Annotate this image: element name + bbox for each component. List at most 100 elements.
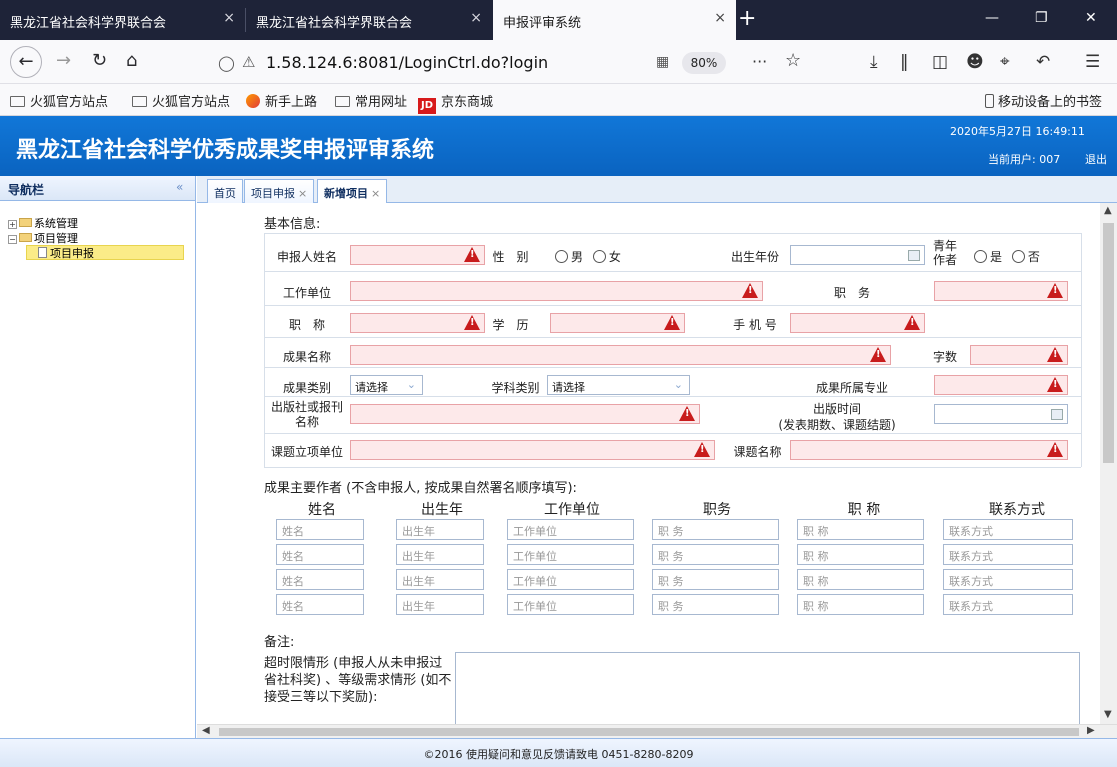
bookmark-item[interactable]: 火狐官方站点 — [132, 91, 230, 110]
author-input[interactable]: 职 务 — [652, 594, 779, 615]
author-input[interactable]: 出生年 — [396, 569, 484, 590]
radio-male[interactable] — [555, 250, 568, 263]
author-input[interactable]: 姓名 — [276, 569, 364, 590]
author-input[interactable]: 联系方式 — [943, 594, 1073, 615]
shield-icon[interactable]: ◯ — [218, 54, 235, 72]
project-name-input[interactable] — [790, 440, 1068, 460]
scroll-down-icon[interactable]: ▼ — [1104, 709, 1112, 720]
author-input[interactable]: 职 务 — [652, 569, 779, 590]
tree-item-declare[interactable]: 项目申报 — [38, 245, 94, 261]
author-input[interactable]: 工作单位 — [507, 544, 634, 565]
forward-icon[interactable]: → — [56, 50, 71, 71]
sidebar-icon[interactable]: ◫ — [932, 52, 948, 72]
author-input[interactable]: 职 称 — [797, 569, 924, 590]
word-count-input[interactable] — [970, 345, 1068, 365]
browser-tab-3-active[interactable]: 申报评审系统 × — [493, 0, 736, 40]
restore-icon[interactable]: ❐ — [1035, 10, 1048, 26]
title-input[interactable] — [350, 313, 485, 333]
calendar-icon[interactable] — [908, 250, 920, 261]
logout-link[interactable]: 退出 — [1085, 151, 1107, 167]
author-input[interactable]: 工作单位 — [507, 594, 634, 615]
bookmark-star-icon[interactable]: ☆ — [785, 50, 801, 71]
tree-item-system[interactable]: + 系统管理 — [8, 215, 78, 231]
collapse-tree-icon[interactable]: − — [8, 235, 17, 244]
calendar-icon[interactable] — [1051, 409, 1063, 420]
work-unit-input[interactable] — [350, 281, 763, 301]
reload-icon[interactable]: ↻ — [92, 50, 107, 71]
author-input[interactable]: 联系方式 — [943, 519, 1073, 540]
account-icon[interactable]: ☻ — [966, 52, 984, 72]
close-icon[interactable]: × — [371, 187, 380, 200]
author-input[interactable]: 姓名 — [276, 519, 364, 540]
menu-icon[interactable]: ☰ — [1085, 52, 1100, 72]
tab-home[interactable]: 首页 — [207, 179, 243, 203]
zoom-level[interactable]: 80% — [682, 52, 726, 74]
radio-no[interactable] — [1011, 250, 1025, 263]
undo-icon[interactable]: ↶ — [1036, 52, 1050, 72]
achievement-category-select[interactable]: 请选择 ⌄ — [350, 375, 423, 395]
bookmark-item[interactable]: 新手上路 — [246, 91, 317, 110]
scroll-thumb[interactable] — [219, 728, 1079, 736]
author-input[interactable]: 姓名 — [276, 544, 364, 565]
education-input[interactable] — [550, 313, 685, 333]
back-icon[interactable]: ← — [10, 46, 42, 78]
tab-new-project[interactable]: 新增项目 × — [317, 179, 388, 204]
scroll-right-icon[interactable]: ▶ — [1087, 725, 1095, 736]
close-icon[interactable]: × — [223, 10, 235, 26]
close-icon[interactable]: × — [470, 10, 482, 26]
mobile-bookmarks[interactable]: 移动设备上的书签 — [985, 91, 1102, 110]
author-input[interactable]: 出生年 — [396, 519, 484, 540]
subject-category-select[interactable]: 请选择 ⌄ — [547, 375, 690, 395]
close-icon[interactable]: × — [714, 10, 726, 26]
minimize-icon[interactable]: — — [985, 10, 999, 26]
author-input[interactable]: 联系方式 — [943, 544, 1073, 565]
close-window-icon[interactable]: ✕ — [1085, 10, 1097, 26]
author-input[interactable]: 联系方式 — [943, 569, 1073, 590]
applicant-name-input[interactable] — [350, 245, 485, 265]
browser-tab-2[interactable]: 黑龙江省社会科学界联合会 × — [246, 0, 492, 40]
radio-yes[interactable] — [974, 250, 987, 263]
close-icon[interactable]: × — [298, 187, 307, 200]
vertical-scrollbar[interactable]: ▲ ▼ — [1100, 203, 1117, 724]
major-input[interactable] — [934, 375, 1068, 395]
home-icon[interactable]: ⌂ — [126, 50, 137, 71]
achievement-name-input[interactable] — [350, 345, 891, 365]
author-input[interactable]: 职 务 — [652, 544, 779, 565]
author-input[interactable]: 工作单位 — [507, 519, 634, 540]
scroll-up-icon[interactable]: ▲ — [1104, 205, 1112, 216]
author-input[interactable]: 职 称 — [797, 544, 924, 565]
page-actions-icon[interactable]: ··· — [752, 52, 767, 71]
author-input[interactable]: 姓名 — [276, 594, 364, 615]
publish-time-input[interactable] — [934, 404, 1068, 424]
tree-item-project[interactable]: − 项目管理 — [8, 230, 78, 246]
scroll-thumb[interactable] — [1103, 223, 1114, 463]
birth-year-input[interactable] — [790, 245, 925, 265]
author-input[interactable]: 工作单位 — [507, 569, 634, 590]
insecure-lock-icon[interactable]: ⚠ — [242, 53, 255, 71]
qr-code-icon[interactable]: ▦ — [656, 54, 669, 70]
project-unit-input[interactable] — [350, 440, 715, 460]
bookmark-item[interactable]: 常用网址 — [335, 91, 407, 110]
position-input[interactable] — [934, 281, 1068, 301]
author-input[interactable]: 职 称 — [797, 594, 924, 615]
radio-female[interactable] — [592, 250, 606, 263]
new-tab-button[interactable]: + — [738, 6, 756, 31]
phone-input[interactable] — [790, 313, 925, 333]
author-input[interactable]: 出生年 — [396, 594, 484, 615]
browser-tab-1[interactable]: 黑龙江省社会科学界联合会 × — [0, 0, 245, 40]
collapse-icon[interactable]: « — [176, 180, 183, 194]
url-text[interactable]: 1.58.124.6:8081/LoginCtrl.do?login — [266, 53, 548, 72]
remark-textarea[interactable] — [455, 652, 1080, 724]
tab-project-declare[interactable]: 项目申报 × — [244, 179, 315, 203]
library-icon[interactable]: ‖ — [900, 52, 909, 72]
horizontal-scrollbar[interactable]: ◀ ▶ — [197, 724, 1117, 738]
download-icon[interactable]: ⤓ — [870, 52, 878, 72]
bookmark-item[interactable]: 火狐官方站点 — [10, 91, 108, 110]
scroll-left-icon[interactable]: ◀ — [202, 725, 210, 736]
bookmark-item[interactable]: JD 京东商城 — [418, 91, 493, 114]
author-input[interactable]: 出生年 — [396, 544, 484, 565]
crop-icon[interactable]: ⌖ — [1000, 52, 1010, 72]
publisher-input[interactable] — [350, 404, 700, 424]
author-input[interactable]: 职 称 — [797, 519, 924, 540]
expand-icon[interactable]: + — [8, 220, 17, 229]
